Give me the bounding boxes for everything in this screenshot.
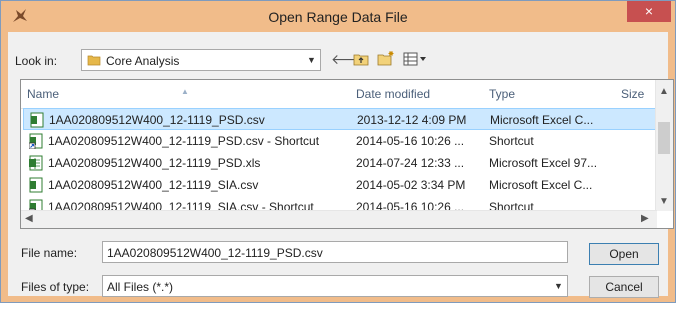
look-in-label: Look in:: [15, 54, 58, 68]
sort-ascending-icon: ▲: [181, 87, 189, 96]
file-name: 1AA020809512W400_12-1119_SIA.csv: [48, 178, 259, 192]
column-header-type[interactable]: Type: [489, 87, 515, 101]
file-date: 2014-05-02 3:34 PM: [356, 178, 466, 192]
look-in-value: Core Analysis: [106, 54, 180, 68]
file-name: 1AA020809512W400_12-1119_PSD.csv: [49, 113, 265, 127]
file-type: Shortcut: [489, 134, 534, 148]
file-type: Microsoft Excel C...: [490, 113, 594, 127]
files-of-type-dropdown[interactable]: All Files (*.*) ▼: [102, 275, 568, 297]
new-folder-icon[interactable]: [377, 50, 395, 66]
file-list[interactable]: ▲ Name Date modified Type Size 1AA020809…: [20, 79, 674, 229]
open-button[interactable]: Open: [589, 243, 659, 265]
xls-file-icon: [29, 155, 43, 171]
chevron-down-icon[interactable]: ▼: [304, 51, 319, 69]
table-row[interactable]: 1AA020809512W400_12-1119_SIA.csv 2014-05…: [23, 174, 657, 196]
table-row[interactable]: 1AA020809512W400_12-1119_PSD.csv - Short…: [23, 130, 657, 152]
column-header-date[interactable]: Date modified: [356, 87, 430, 101]
vertical-scrollbar[interactable]: ▲ ▼: [655, 80, 673, 211]
vertical-scroll-thumb[interactable]: [658, 122, 670, 154]
files-of-type-value: All Files (*.*): [107, 280, 174, 294]
shortcut-file-icon: [29, 133, 43, 149]
csv-file-icon: [29, 177, 43, 193]
file-date: 2013-12-12 4:09 PM: [357, 113, 467, 127]
file-date: 2014-05-16 10:26 ...: [356, 134, 465, 148]
scroll-up-icon[interactable]: ▲: [659, 86, 669, 97]
table-row[interactable]: 1AA020809512W400_12-1119_PSD.xls 2014-07…: [23, 152, 657, 174]
file-name-value: 1AA020809512W400_12-1119_PSD.csv: [107, 246, 323, 260]
chevron-down-icon[interactable]: ▼: [551, 277, 566, 295]
view-menu-icon[interactable]: [403, 52, 427, 66]
cancel-button[interactable]: Cancel: [589, 276, 659, 298]
file-name-label: File name:: [21, 246, 78, 260]
column-header-name[interactable]: Name: [27, 87, 59, 101]
table-row[interactable]: 1AA020809512W400_12-1119_PSD.csv 2013-12…: [23, 108, 657, 130]
title-bar[interactable]: Open Range Data File ×: [1, 1, 675, 32]
file-name-field[interactable]: 1AA020809512W400_12-1119_PSD.csv: [102, 241, 568, 263]
file-type: Microsoft Excel 97...: [489, 156, 598, 170]
files-of-type-label: Files of type:: [21, 280, 90, 294]
scroll-right-icon[interactable]: ▶: [641, 213, 649, 224]
column-header-size[interactable]: Size: [621, 87, 644, 101]
window-title: Open Range Data File: [268, 9, 408, 25]
file-name: 1AA020809512W400_12-1119_PSD.csv - Short…: [48, 134, 320, 148]
scroll-down-icon[interactable]: ▼: [659, 196, 669, 207]
up-folder-icon[interactable]: [353, 52, 369, 66]
file-type: Microsoft Excel C...: [489, 178, 593, 192]
look-in-dropdown[interactable]: Core Analysis ▼: [81, 49, 321, 71]
horizontal-scrollbar[interactable]: ◀ ▶: [21, 210, 657, 228]
file-list-header: ▲ Name Date modified Type Size: [21, 80, 657, 109]
close-button[interactable]: ×: [627, 1, 671, 22]
file-name: 1AA020809512W400_12-1119_PSD.xls: [48, 156, 261, 170]
scroll-left-icon[interactable]: ◀: [25, 213, 33, 224]
folder-icon: [87, 55, 101, 66]
csv-file-icon: [30, 112, 44, 128]
file-date: 2014-07-24 12:33 ...: [356, 156, 465, 170]
open-range-data-file-dialog: Open Range Data File × Look in: Core Ana…: [0, 0, 676, 303]
